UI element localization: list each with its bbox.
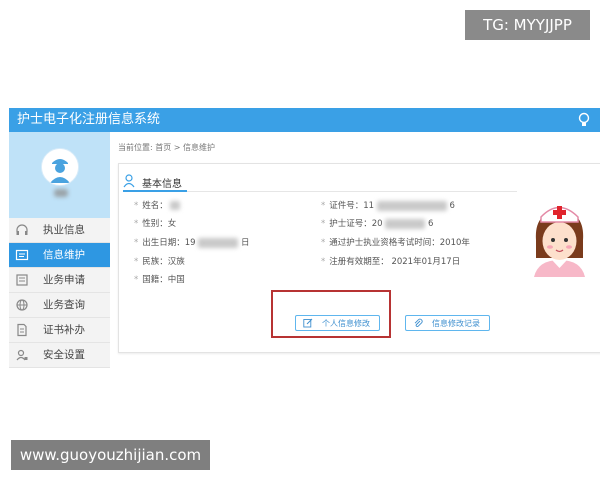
breadcrumb-home-link[interactable]: 首页: [155, 143, 171, 152]
edit-personal-info-button[interactable]: 个人信息修改: [295, 315, 380, 331]
sidebar-item-practice-info[interactable]: 执业信息: [9, 218, 110, 243]
field-name-label: 姓名：: [142, 201, 168, 211]
field-gender-value: 性别：女: [142, 219, 177, 229]
field-valid-until: * 注册有效期至： 2021年01月17日: [321, 257, 461, 267]
id-redacted: [376, 200, 447, 211]
field-birth-suffix: 日: [240, 238, 250, 248]
sidebar-item-certificate-reissue[interactable]: 证书补办: [9, 318, 110, 343]
modification-log-button[interactable]: 信息修改记录: [405, 315, 490, 331]
section-header: 基本信息: [123, 172, 187, 190]
field-exam-pass: * 通过护士执业资格考试时间：2010年: [321, 238, 470, 248]
field-cert-suffix: 6: [427, 219, 434, 229]
field-nationality-value: 国籍：中国: [142, 275, 185, 285]
person-icon: [123, 174, 135, 188]
field-cert-label: 护士证号：20: [329, 219, 383, 229]
birth-redacted: [198, 237, 239, 248]
user-lock-icon: [16, 349, 28, 361]
sidebar-item-label: 证书补办: [43, 324, 85, 336]
field-id-number: * 证件号：11 6: [321, 200, 455, 211]
sidebar-item-label: 业务查询: [43, 299, 85, 311]
globe-icon: [16, 299, 28, 311]
nurse-photo: [530, 196, 589, 277]
document-icon: [17, 323, 27, 337]
cert-redacted: [385, 218, 426, 229]
field-birth-date: * 出生日期：19 日: [134, 237, 250, 248]
sidebar-item-label: 信息维护: [43, 249, 85, 261]
sidebar-item-business-query[interactable]: 业务查询: [9, 293, 110, 318]
breadcrumb-separator: >: [173, 143, 181, 152]
divider: [187, 191, 517, 192]
sidebar-item-business-apply[interactable]: 业务申请: [9, 268, 110, 293]
field-ethnicity-value: 民族：汉族: [142, 257, 185, 267]
paperclip-icon: [414, 318, 423, 327]
form-icon: [16, 274, 28, 286]
avatar: [41, 148, 79, 186]
section-underline: [123, 190, 187, 192]
field-exam-value: 通过护士执业资格考试时间：2010年: [329, 238, 470, 248]
sidebar: 执业信息 信息维护 业务申请 业务查询 证书补办 安全设置: [9, 132, 110, 368]
headset-icon: [16, 224, 28, 235]
field-id-label: 证件号：11: [329, 201, 375, 211]
edit-button-label: 个人信息修改: [322, 319, 370, 328]
sidebar-item-info-maintenance[interactable]: 信息维护: [9, 243, 110, 268]
breadcrumb-prefix: 当前位置:: [118, 143, 153, 152]
app-title: 护士电子化注册信息系统: [17, 112, 161, 127]
lightbulb-icon[interactable]: [575, 111, 593, 129]
nurse-avatar-icon: [42, 149, 78, 185]
breadcrumb-current: 信息维护: [183, 143, 216, 152]
app-header: 护士电子化注册信息系统: [9, 108, 600, 132]
sidebar-item-security-settings[interactable]: 安全设置: [9, 343, 110, 368]
url-watermark: www.guoyouzhijian.com: [11, 440, 210, 470]
field-name: * 姓名：: [134, 199, 181, 211]
sidebar-item-label: 安全设置: [43, 349, 85, 361]
field-ethnicity: * 民族：汉族: [134, 257, 185, 267]
log-button-label: 信息修改记录: [432, 319, 480, 328]
id-card-icon: [15, 249, 29, 261]
edit-icon: [303, 318, 313, 328]
user-name: [54, 189, 68, 197]
field-nationality: * 国籍：中国: [134, 275, 185, 285]
tg-watermark: TG: MYYJJPP: [465, 10, 590, 40]
field-id-suffix: 6: [449, 201, 455, 211]
name-redacted: [170, 201, 181, 210]
field-gender: * 性别：女: [134, 219, 177, 229]
field-nurse-cert: * 护士证号：20 6: [321, 218, 434, 229]
sidebar-nav: 执业信息 信息维护 业务申请 业务查询 证书补办 安全设置: [9, 218, 110, 368]
sidebar-item-label: 执业信息: [43, 224, 85, 236]
field-birth-label: 出生日期：19: [142, 238, 196, 248]
sidebar-item-label: 业务申请: [43, 274, 85, 286]
section-title: 基本信息: [142, 179, 182, 190]
field-valid-value: 注册有效期至： 2021年01月17日: [329, 257, 461, 267]
profile-area: [9, 132, 110, 218]
breadcrumb: 当前位置: 首页 > 信息维护: [118, 142, 215, 153]
